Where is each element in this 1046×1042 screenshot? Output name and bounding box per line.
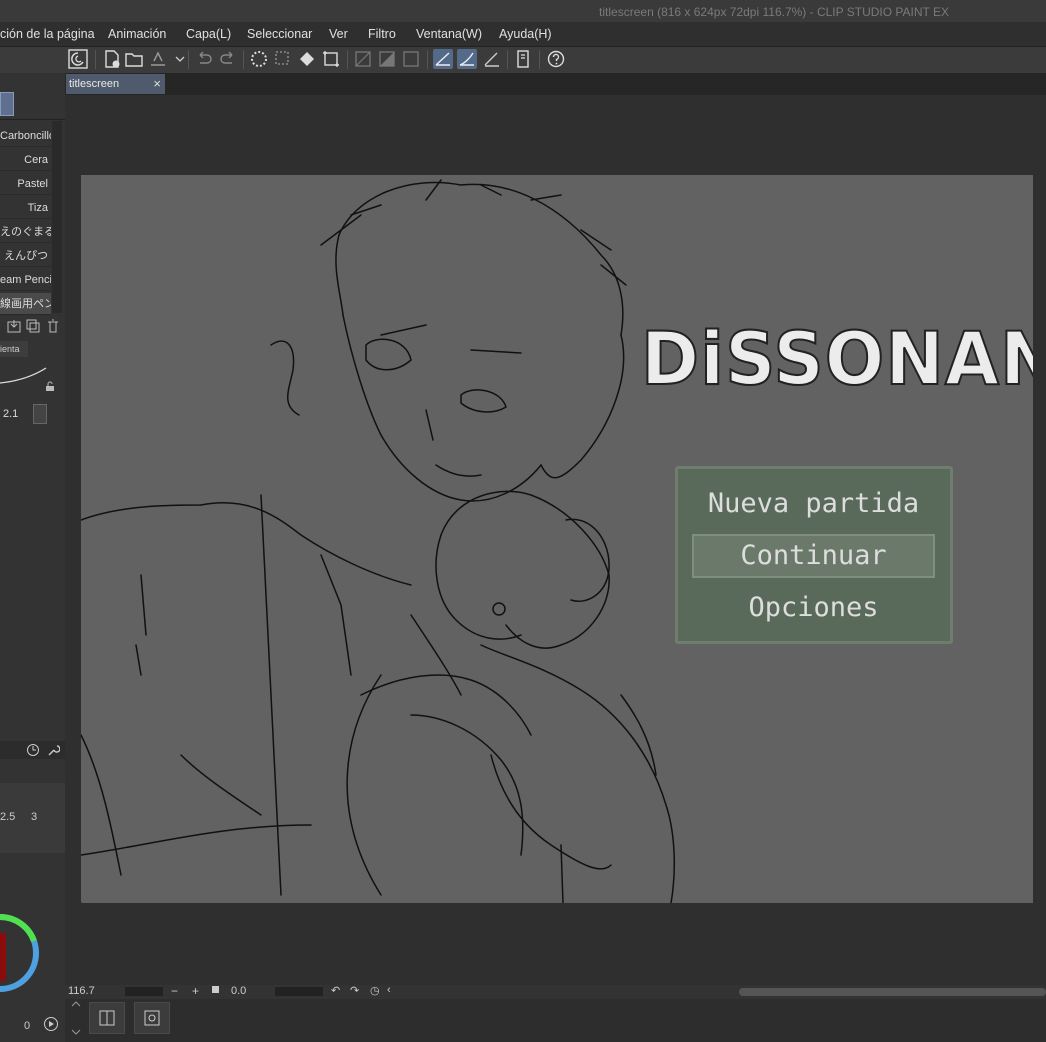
brush-panel: Carboncillo Cera Pastel Tiza えのぐまる えんぴつ … xyxy=(0,73,66,1042)
clip-studio-icon[interactable] xyxy=(68,49,88,69)
panel-tab-button[interactable] xyxy=(0,92,14,116)
rotation-slider[interactable] xyxy=(275,987,323,996)
new-file-icon[interactable] xyxy=(102,49,122,69)
deselect-icon[interactable] xyxy=(401,49,421,69)
rotation-value[interactable]: 0.0 xyxy=(231,985,246,997)
menu-options[interactable]: Opciones xyxy=(692,586,935,630)
snap-ruler-icon[interactable] xyxy=(433,49,453,69)
color-wheel[interactable] xyxy=(0,873,40,1033)
menu-window[interactable]: Ventana(W) xyxy=(416,27,482,41)
collapse-icon[interactable] xyxy=(70,1000,82,1036)
export-icon[interactable] xyxy=(148,49,168,69)
close-icon[interactable]: × xyxy=(153,76,161,91)
window-title: titlescreen (816 x 624px 72dpi 116.7%) -… xyxy=(599,5,949,19)
rotate-right-icon[interactable]: ↷ xyxy=(350,984,359,997)
brush-item[interactable]: えのぐまる xyxy=(0,221,51,243)
horizontal-scrollbar[interactable] xyxy=(739,988,1046,996)
redo-icon[interactable] xyxy=(218,49,238,69)
play-icon xyxy=(44,1017,58,1031)
tab-titlescreen[interactable]: titlescreen × xyxy=(66,74,165,94)
size-mark[interactable]: 2.5 xyxy=(0,811,15,823)
menu-page[interactable]: ción de la página xyxy=(0,27,95,41)
brush-actions xyxy=(0,318,65,334)
brush-item[interactable]: Tiza xyxy=(0,197,51,219)
reset-icon xyxy=(27,744,39,756)
tab-label: titlescreen xyxy=(69,78,120,90)
canvas[interactable]: DiSSONANCE Nueva partida Continuar Opcio… xyxy=(81,175,1033,903)
menu-help[interactable]: Ayuda(H) xyxy=(499,27,552,41)
title-menu: Nueva partida Continuar Opciones xyxy=(675,466,953,644)
size-mark[interactable]: 3 xyxy=(31,811,37,823)
crop-icon[interactable] xyxy=(321,49,341,69)
open-folder-icon[interactable] xyxy=(124,49,144,69)
snap-special-ruler-icon[interactable] xyxy=(457,49,477,69)
zoom-slider[interactable] xyxy=(125,987,163,996)
help-icon[interactable] xyxy=(546,49,566,69)
trash-icon xyxy=(48,319,58,333)
color-value: 0 xyxy=(24,1020,31,1032)
brush-item[interactable]: Carboncillo xyxy=(0,125,51,147)
menu-new-game[interactable]: Nueva partida xyxy=(692,482,935,526)
menu-continue[interactable]: Continuar xyxy=(692,534,935,578)
chevron-down-icon[interactable] xyxy=(170,49,185,69)
brush-item[interactable]: eam Pencil xyxy=(0,269,51,291)
lock-icon xyxy=(46,381,54,391)
bottom-bar xyxy=(65,999,1046,1042)
snap-grid-icon[interactable] xyxy=(482,49,502,69)
status-bar: 116.7 − + 0.0 ↶ ↷ ◷ ‹ xyxy=(65,984,1046,999)
menu-select[interactable]: Seleccionar xyxy=(247,27,312,41)
loading-icon[interactable] xyxy=(249,49,269,69)
brush-item[interactable]: えんぴつ xyxy=(0,245,51,267)
rotate-left-icon[interactable]: ↶ xyxy=(331,984,340,997)
import-icon xyxy=(7,320,21,333)
menu-animation[interactable]: Animación xyxy=(108,27,166,41)
wrench-icon xyxy=(48,745,60,756)
game-logo: DiSSONANCE xyxy=(640,315,1033,403)
duplicate-icon xyxy=(26,319,40,333)
toggle-panel-button[interactable] xyxy=(89,1002,125,1034)
transform-selection-icon[interactable] xyxy=(273,49,293,69)
undo-icon[interactable] xyxy=(194,49,214,69)
brush-item[interactable]: Pastel xyxy=(0,173,51,195)
brush-size-palette: 2.5 3 xyxy=(0,783,65,853)
clear-outside-icon[interactable] xyxy=(377,49,397,69)
zoom-out-icon[interactable]: − xyxy=(171,984,178,998)
zoom-value[interactable]: 116.7 xyxy=(68,985,95,997)
brush-item[interactable]: Cera xyxy=(0,149,51,171)
chevron-left-icon[interactable]: ‹ xyxy=(387,984,391,996)
menu-view[interactable]: Ver xyxy=(329,27,348,41)
fill-icon[interactable] xyxy=(297,49,317,69)
device-icon[interactable] xyxy=(513,49,533,69)
zoom-in-icon[interactable]: + xyxy=(192,984,199,998)
brush-size-value[interactable]: 2.1 xyxy=(3,408,18,420)
clear-icon[interactable] xyxy=(353,49,373,69)
brush-scrollbar[interactable] xyxy=(52,121,62,313)
command-bar xyxy=(0,47,1046,74)
menu-layer[interactable]: Capa(L) xyxy=(186,27,231,41)
reset-rotation-icon[interactable]: ◷ xyxy=(370,984,380,997)
tool-property-tab[interactable]: ienta xyxy=(0,341,28,357)
navigator-button[interactable] xyxy=(134,1002,170,1034)
brush-size-dropdown[interactable] xyxy=(33,404,47,424)
menu-bar: ción de la página Animación Capa(L) Sele… xyxy=(0,22,1046,47)
title-bar: titlescreen (816 x 624px 72dpi 116.7%) -… xyxy=(0,0,1046,22)
menu-filter[interactable]: Filtro xyxy=(368,27,396,41)
document-tabs: titlescreen × xyxy=(65,73,1046,95)
panel-footer xyxy=(0,741,65,759)
brush-item-selected[interactable]: 線画用ペン xyxy=(0,293,51,315)
fit-icon[interactable] xyxy=(212,986,219,993)
